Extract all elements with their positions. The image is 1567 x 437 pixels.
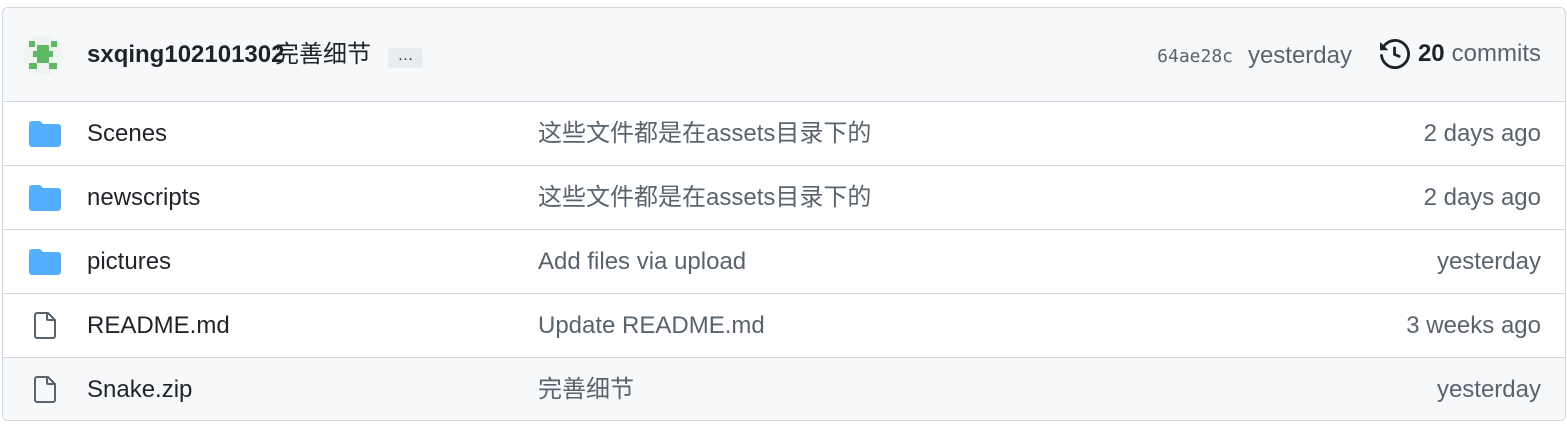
identicon-avatar-icon: [23, 35, 63, 75]
file-name[interactable]: newscripts: [87, 182, 200, 214]
file-row-scenes[interactable]: Scenes 这些文件都是在assets目录下的 2 days ago: [3, 102, 1565, 166]
commits-label: commits: [1451, 40, 1541, 67]
file-age: 3 weeks ago: [1406, 312, 1541, 339]
file-row-pictures[interactable]: pictures Add files via upload yesterday: [3, 230, 1565, 294]
file-commit-message[interactable]: Add files via upload: [538, 246, 746, 278]
file-commit-message[interactable]: 这些文件都是在assets目录下的: [538, 118, 871, 150]
file-browser: sxqing102101302 完善细节 … 64ae28c yesterday…: [2, 7, 1566, 421]
file-row-readme[interactable]: README.md Update README.md 3 weeks ago: [3, 294, 1565, 358]
file-icon: [34, 312, 56, 339]
file-list: Scenes 这些文件都是在assets目录下的 2 days ago news…: [3, 102, 1565, 420]
commits-link[interactable]: 20 commits: [1379, 38, 1541, 70]
latest-commit-bar: sxqing102101302 完善细节 … 64ae28c yesterday…: [3, 8, 1565, 102]
file-name[interactable]: Scenes: [87, 118, 167, 150]
file-name[interactable]: README.md: [87, 310, 230, 342]
commit-sha[interactable]: 64ae28c: [1157, 45, 1233, 69]
file-age: yesterday: [1436, 376, 1541, 403]
commit-count: 20: [1417, 40, 1445, 67]
file-age: 2 days ago: [1423, 120, 1541, 147]
commit-message[interactable]: 完善细节: [275, 39, 371, 71]
file-age: 2 days ago: [1423, 184, 1541, 211]
folder-icon: [29, 121, 61, 147]
commit-author[interactable]: sxqing102101302: [87, 39, 284, 71]
file-name[interactable]: Snake.zip: [87, 374, 192, 406]
file-row-newscripts[interactable]: newscripts 这些文件都是在assets目录下的 2 days ago: [3, 166, 1565, 230]
file-commit-message[interactable]: 这些文件都是在assets目录下的: [538, 182, 871, 214]
commit-time: yesterday: [1247, 42, 1352, 69]
expand-message-button[interactable]: …: [388, 48, 423, 68]
file-name[interactable]: pictures: [87, 246, 171, 278]
file-commit-message[interactable]: Update README.md: [538, 310, 765, 342]
folder-icon: [29, 249, 61, 275]
history-icon: [1379, 39, 1410, 69]
folder-icon: [29, 185, 61, 211]
file-row-snake-zip[interactable]: Snake.zip 完善细节 yesterday: [3, 358, 1565, 420]
file-age: yesterday: [1436, 248, 1541, 275]
file-commit-message[interactable]: 完善细节: [538, 374, 634, 406]
file-icon: [34, 376, 56, 403]
author-avatar[interactable]: [23, 35, 63, 75]
